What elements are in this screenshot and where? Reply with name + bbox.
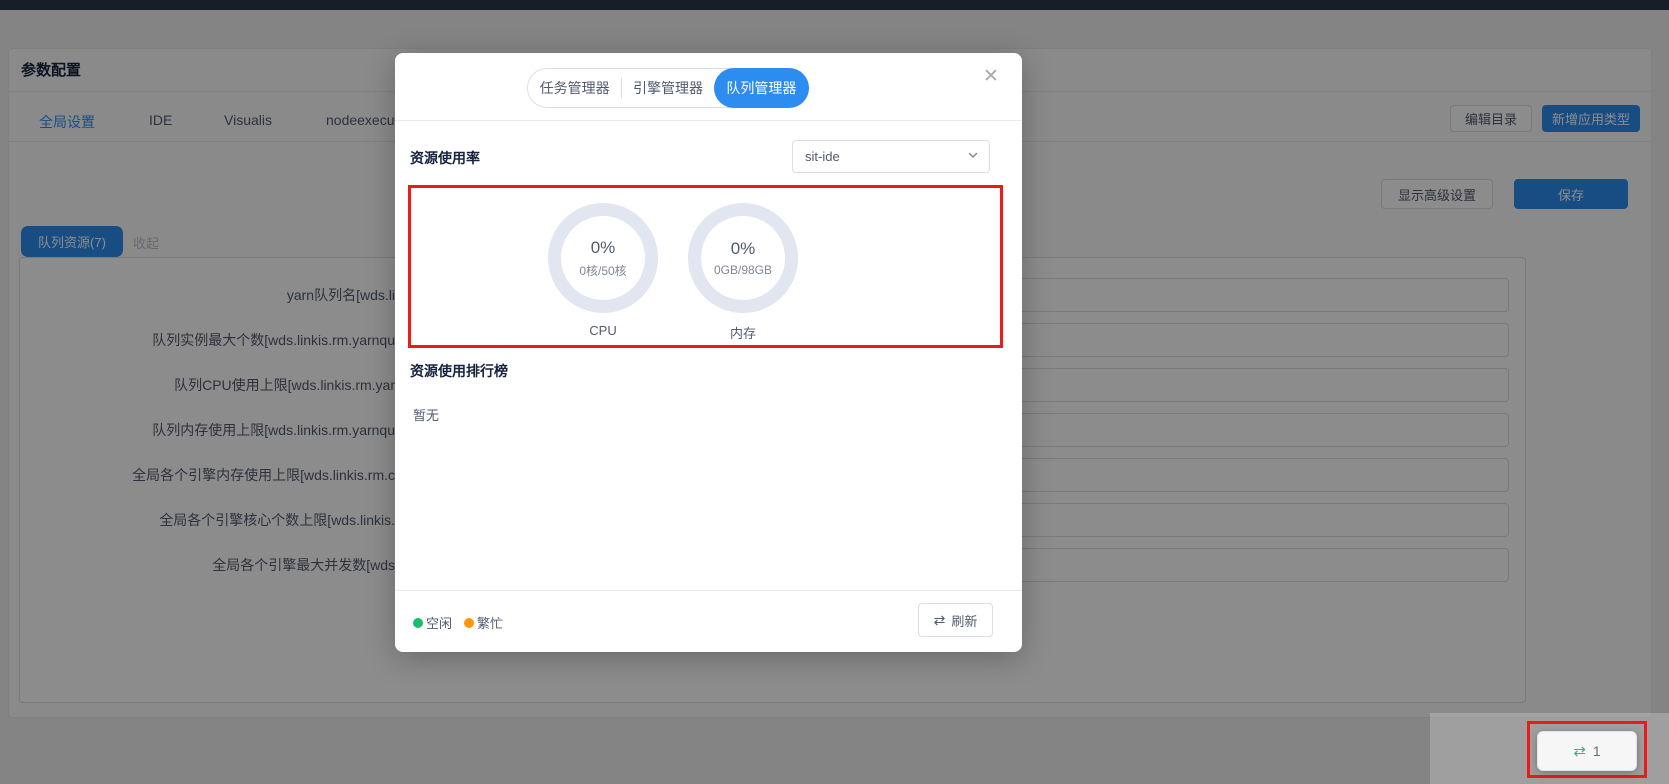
divider [395, 590, 1022, 591]
ranking-empty-text: 暂无 [413, 405, 439, 424]
app-screen: 参数配置 全局设置 IDE Visualis nodeexecut 编辑目录 新… [0, 0, 1669, 784]
legend-item-busy: 繁忙 [464, 613, 503, 632]
cpu-label: CPU [548, 323, 658, 338]
refresh-icon: ⇄ [934, 612, 946, 629]
cpu-percent: 0% [591, 238, 616, 258]
tab-engine-manager[interactable]: 引擎管理器 [621, 69, 714, 107]
memory-gauge: 0% 0GB/98GB 内存 [688, 203, 798, 342]
status-legend: 空闲 繁忙 [413, 613, 503, 632]
ranking-title: 资源使用排行榜 [410, 361, 508, 381]
refresh-button[interactable]: ⇄ 刷新 [918, 603, 993, 637]
manager-tab-group: 任务管理器 引擎管理器 队列管理器 [527, 68, 809, 108]
cpu-detail: 0核/50核 [579, 262, 626, 279]
gauge-ring: 0% 0GB/98GB [688, 203, 798, 313]
cpu-gauge: 0% 0核/50核 CPU [548, 203, 658, 338]
page-number: 1 [1593, 743, 1601, 759]
divider [395, 120, 1022, 121]
tab-task-manager[interactable]: 任务管理器 [528, 69, 621, 107]
chevron-down-icon [967, 149, 979, 164]
memory-detail: 0GB/98GB [714, 263, 772, 277]
swap-icon: ⇄ [1573, 742, 1586, 760]
busy-dot-icon [464, 618, 474, 628]
queue-select-value: sit-ide [805, 149, 967, 164]
refresh-label: 刷新 [951, 611, 977, 630]
tab-queue-manager[interactable]: 队列管理器 [714, 68, 809, 108]
queue-select[interactable]: sit-ide [792, 140, 990, 173]
floating-pager-button[interactable]: ⇄ 1 [1537, 731, 1637, 771]
legend-item-idle: 空闲 [413, 613, 452, 632]
gauge-ring: 0% 0核/50核 [548, 203, 658, 313]
close-icon[interactable]: ✕ [978, 63, 1004, 89]
memory-label: 内存 [688, 323, 798, 342]
resource-usage-title: 资源使用率 [410, 148, 480, 168]
memory-percent: 0% [731, 239, 756, 259]
idle-dot-icon [413, 618, 423, 628]
queue-manager-modal: ✕ 任务管理器 引擎管理器 队列管理器 资源使用率 sit-ide 0% 0核/… [395, 53, 1022, 652]
busy-label: 繁忙 [477, 613, 503, 632]
idle-label: 空闲 [426, 613, 452, 632]
